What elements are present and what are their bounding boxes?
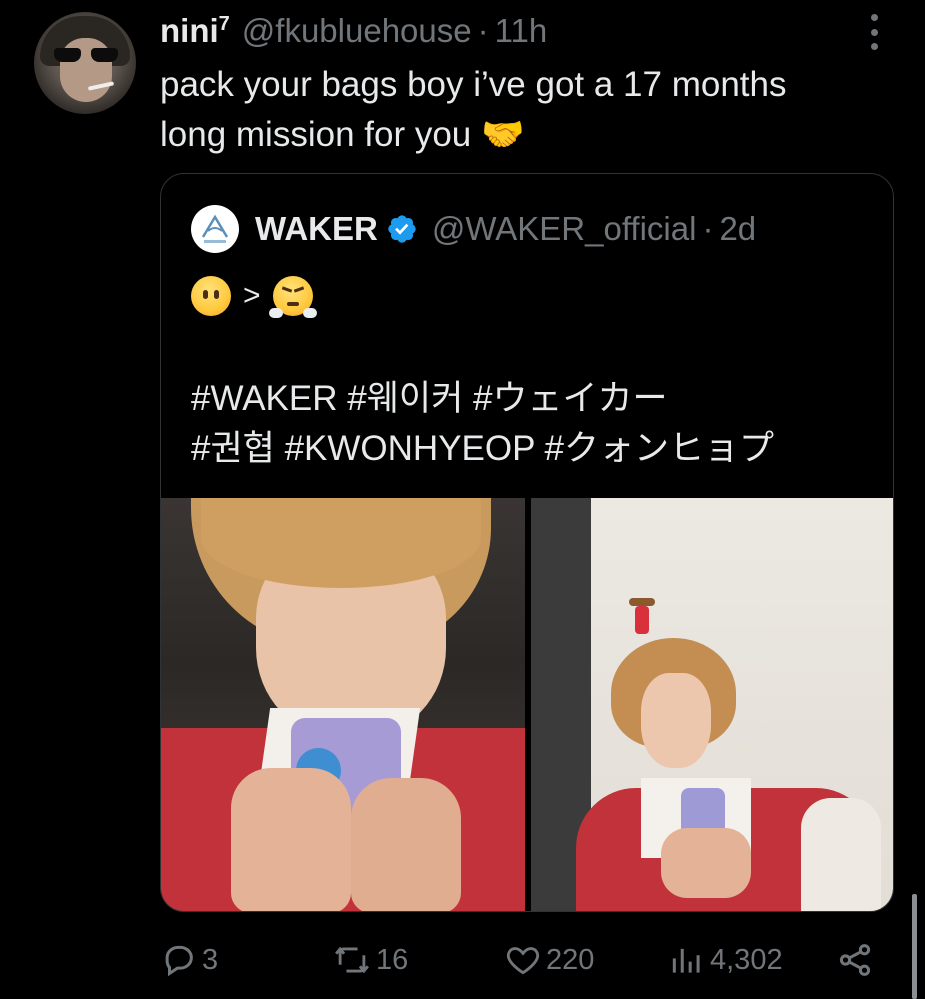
quoted-hashtags[interactable]: #WAKER #웨이커 #ウェイカー #권협 #KWONHYEOP #クォンヒョ… — [191, 374, 871, 474]
author-display-name[interactable]: nini7 — [160, 12, 230, 50]
verified-badge-icon — [388, 215, 416, 243]
face-with-steam-emoji-icon — [268, 276, 317, 318]
quoted-tweet-timestamp[interactable]: 2d — [719, 210, 756, 248]
retweet-count: 16 — [376, 943, 409, 976]
quoted-media-grid — [161, 498, 893, 911]
retweet-icon — [335, 946, 369, 974]
tweet-header: nini7 @fkubluehouse · 11h — [160, 12, 547, 52]
author-handle[interactable]: @fkubluehouse — [242, 12, 472, 50]
quoted-tweet-card[interactable]: WAKER @WAKER_official · 2d > #WAKER #웨이커… — [160, 173, 894, 912]
quoted-author-display-name[interactable]: WAKER — [255, 210, 378, 248]
quoted-author-avatar[interactable] — [191, 205, 239, 253]
like-button[interactable]: 220 — [504, 938, 594, 982]
tweet-timestamp[interactable]: 11h — [495, 12, 548, 50]
heart-icon — [506, 947, 540, 975]
quoted-header-separator: · — [702, 210, 714, 247]
more-vertical-icon[interactable] — [866, 14, 882, 50]
views-chart-icon — [672, 948, 700, 973]
views-count: 4,302 — [710, 943, 783, 976]
media-photo-2[interactable] — [531, 498, 893, 911]
reply-button[interactable]: 3 — [160, 938, 218, 982]
share-icon — [839, 944, 871, 976]
comparator-text: > — [243, 279, 261, 312]
reply-icon — [165, 945, 193, 977]
tweet-action-bar: 3 16 220 4,302 — [160, 938, 880, 982]
quoted-tweet-header: WAKER @WAKER_official · 2d — [191, 204, 756, 254]
author-avatar[interactable] — [34, 12, 136, 114]
share-button[interactable] — [836, 938, 874, 982]
reply-count: 3 — [202, 943, 219, 976]
tweet-text: pack your bags boy i’ve got a 17 months … — [160, 65, 787, 154]
quoted-author-handle[interactable]: @WAKER_official — [432, 210, 697, 248]
views-button[interactable]: 4,302 — [668, 938, 783, 982]
quoted-emoji-line: > — [191, 274, 317, 318]
face-without-mouth-emoji-icon — [191, 276, 231, 316]
header-separator: · — [477, 12, 489, 49]
scrollbar-thumb[interactable] — [912, 894, 917, 999]
media-photo-1[interactable] — [161, 498, 525, 911]
retweet-button[interactable]: 16 — [332, 938, 408, 982]
like-count: 220 — [546, 943, 595, 976]
